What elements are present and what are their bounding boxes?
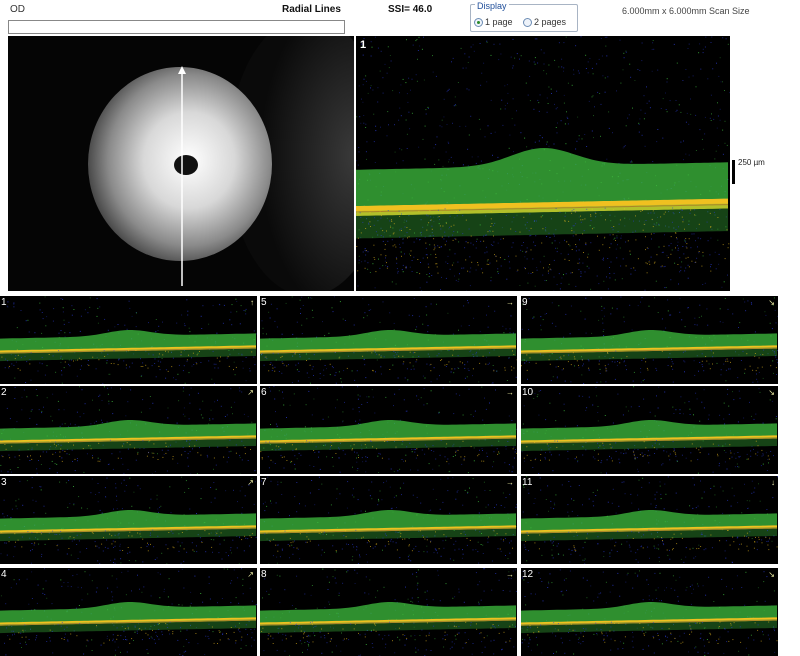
fundus-title-bar (8, 20, 345, 34)
bscan-tile-svg (521, 476, 778, 564)
bscan-tile-11[interactable]: 11 ↓ (521, 476, 778, 564)
tile-number: 4 (1, 569, 7, 580)
direction-arrow-icon: → (506, 570, 514, 579)
tile-number: 3 (1, 477, 7, 488)
radio-selected-icon (474, 17, 483, 27)
tile-number: 11 (522, 477, 533, 488)
display-group: Display 1 page 2 pages (470, 1, 578, 32)
tile-number: 7 (261, 477, 267, 488)
radio-unselected-icon (523, 17, 532, 27)
scale-bar (732, 160, 735, 184)
tile-number: 5 (261, 297, 267, 308)
bscan-tile-10[interactable]: 10 ↘ (521, 386, 778, 474)
main-bscan: 1 (356, 36, 730, 291)
bscan-tile-5[interactable]: 5 → (260, 296, 517, 384)
main-bscan-svg (356, 36, 730, 291)
direction-arrow-icon: ↗ (247, 478, 254, 487)
bscan-tile-svg (260, 568, 517, 656)
bscan-tile-3[interactable]: 3 ↗ (0, 476, 257, 564)
bscan-tile-svg (0, 296, 257, 384)
bscan-tile-svg (260, 386, 517, 474)
tile-number: 8 (261, 569, 267, 580)
direction-arrow-icon: ↘ (768, 388, 775, 397)
bscan-tile-svg (260, 296, 517, 384)
direction-arrow-icon: ↗ (247, 570, 254, 579)
scan-type-label: Radial Lines (282, 4, 341, 15)
main-bscan-label: 1 (360, 39, 367, 51)
direction-arrow-icon: ↘ (768, 570, 775, 579)
tile-number: 6 (261, 387, 267, 398)
tile-number: 1 (1, 297, 7, 308)
bscan-tile-6[interactable]: 6 → (260, 386, 517, 474)
fundus-image (8, 36, 354, 291)
bscan-tile-svg (521, 296, 778, 384)
tile-number: 12 (522, 569, 534, 580)
direction-arrow-icon: ↘ (768, 298, 775, 307)
bscan-tile-8[interactable]: 8 → (260, 568, 517, 656)
one-page-radio[interactable]: 1 page (474, 17, 513, 27)
direction-arrow-icon: ↓ (771, 478, 775, 487)
fundus-svg (8, 36, 354, 291)
bscan-tile-svg (0, 386, 257, 474)
ssi-label: SSI= 46.0 (388, 4, 433, 15)
bscan-tile-7[interactable]: 7 → (260, 476, 517, 564)
direction-arrow-icon: → (506, 478, 514, 487)
bscan-tile-svg (260, 476, 517, 564)
one-page-label: 1 page (485, 17, 513, 27)
bscan-grid: 1 ↑ 5 → 9 ↘ 2 ↗ 6 → 10 ↘ 3 ↗ 7 → 11 ↓ 4 … (0, 296, 779, 656)
tile-number: 9 (522, 297, 528, 308)
bscan-tile-svg (521, 386, 778, 474)
bscan-tile-12[interactable]: 12 ↘ (521, 568, 778, 656)
bscan-tile-4[interactable]: 4 ↗ (0, 568, 257, 656)
bscan-tile-1[interactable]: 1 ↑ (0, 296, 257, 384)
bscan-tile-9[interactable]: 9 ↘ (521, 296, 778, 384)
tile-number: 2 (1, 387, 7, 398)
bscan-tile-svg (0, 568, 257, 656)
direction-arrow-icon: → (506, 298, 514, 307)
eye-label: OD (10, 4, 25, 15)
display-legend: Display (475, 1, 509, 11)
two-pages-radio[interactable]: 2 pages (523, 17, 566, 27)
bscan-tile-2[interactable]: 2 ↗ (0, 386, 257, 474)
direction-arrow-icon: → (506, 388, 514, 397)
scan-size-label: 6.000mm x 6.000mm Scan Size (622, 6, 750, 16)
direction-arrow-icon: ↗ (247, 388, 254, 397)
scale-text: 250 µm (738, 158, 765, 167)
two-pages-label: 2 pages (534, 17, 567, 27)
tile-number: 10 (522, 387, 534, 398)
bscan-tile-svg (0, 476, 257, 564)
bscan-tile-svg (521, 568, 778, 656)
direction-arrow-icon: ↑ (250, 298, 254, 307)
